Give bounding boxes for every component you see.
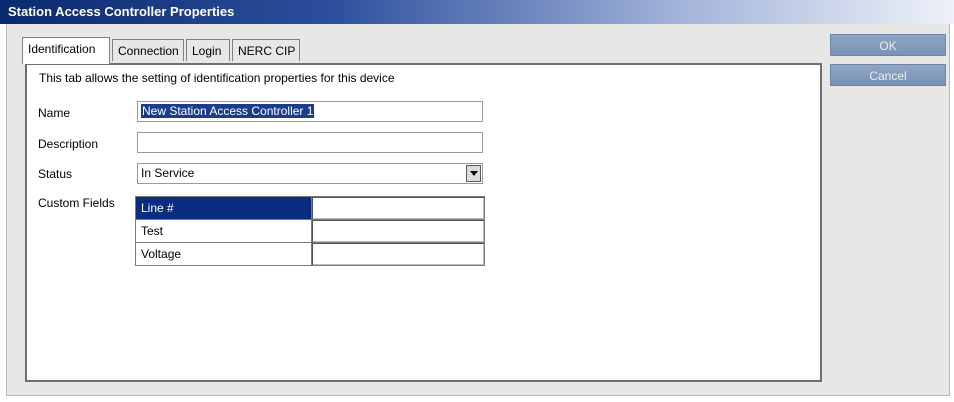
tab-login[interactable]: Login [186, 39, 230, 61]
table-row[interactable]: Voltage [135, 242, 485, 266]
table-row[interactable]: Line # [135, 196, 485, 220]
ok-button[interactable]: OK [830, 34, 946, 56]
description-field[interactable] [137, 132, 483, 153]
name-field[interactable]: New Station Access Controller 1 [137, 101, 483, 122]
custom-field-key[interactable]: Line # [135, 196, 312, 220]
status-dropdown[interactable]: In Service [137, 163, 483, 184]
custom-field-key[interactable]: Test [135, 219, 312, 243]
custom-fields-label: Custom Fields [38, 196, 115, 210]
status-label: Status [38, 167, 73, 181]
custom-field-value[interactable] [311, 219, 485, 243]
title-bar[interactable]: Station Access Controller Properties [0, 0, 954, 24]
chevron-down-icon[interactable] [466, 165, 481, 182]
tab-connection[interactable]: Connection [112, 39, 184, 61]
name-label: Name [38, 106, 71, 120]
table-row[interactable]: Test [135, 219, 485, 243]
tab-description: This tab allows the setting of identific… [39, 71, 395, 85]
name-value: New Station Access Controller 1 [141, 104, 315, 118]
tab-nerc-cip[interactable]: NERC CIP [232, 39, 300, 61]
custom-field-value[interactable] [311, 242, 485, 266]
tab-identification[interactable]: Identification [22, 37, 110, 64]
status-value: In Service [141, 166, 195, 180]
window-title: Station Access Controller Properties [8, 4, 235, 19]
cancel-button[interactable]: Cancel [830, 64, 946, 86]
custom-field-key[interactable]: Voltage [135, 242, 312, 266]
custom-field-value[interactable] [311, 196, 485, 220]
identification-panel: This tab allows the setting of identific… [25, 63, 822, 382]
custom-fields-table: Line # Test Voltage [135, 196, 485, 266]
description-label: Description [38, 137, 99, 151]
